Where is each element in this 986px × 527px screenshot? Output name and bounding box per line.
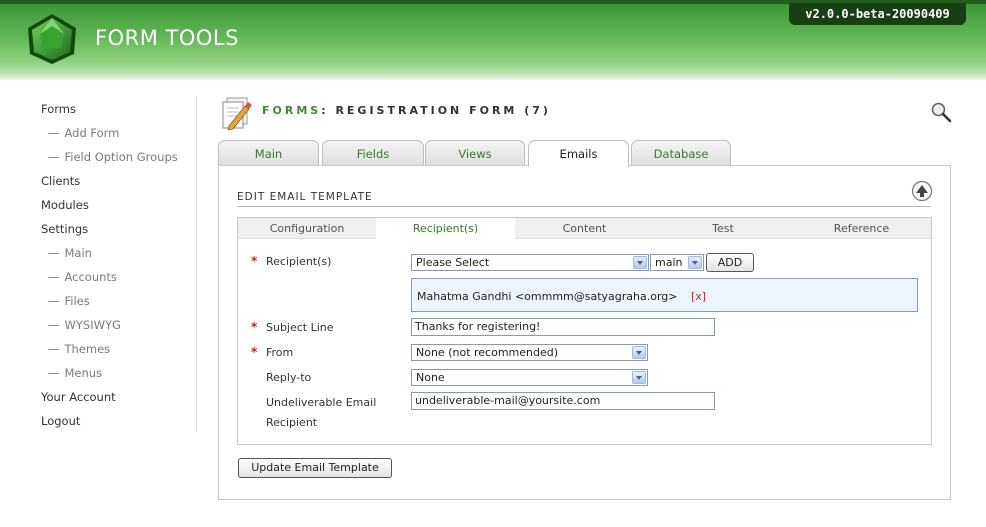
nav-dash: — (48, 270, 60, 284)
form-tools-logo-icon[interactable] (24, 12, 80, 66)
subject-label: Subject Line (266, 321, 334, 334)
required-marker: * (251, 345, 258, 359)
subtab-test[interactable]: Test (654, 218, 792, 239)
nav-forms[interactable]: Forms (41, 97, 201, 121)
add-recipient-button[interactable]: ADD (706, 253, 754, 272)
nav-field-option-groups[interactable]: — Field Option Groups (41, 145, 201, 169)
recipients-label: Recipient(s) (266, 255, 332, 268)
replyto-label: Reply-to (266, 371, 312, 384)
tab-database[interactable]: Database (631, 140, 731, 166)
undeliverable-email-input[interactable]: undeliverable-mail@yoursite.com (411, 392, 715, 410)
chevron-down-icon (688, 256, 702, 269)
subtab-recipients[interactable]: Recipient(s) (376, 218, 515, 240)
nav-field-option-groups-label: Field Option Groups (64, 150, 178, 164)
search-icon[interactable] (930, 101, 952, 123)
nav-add-form[interactable]: — Add Form (41, 121, 201, 145)
nav-dash: — (48, 366, 60, 380)
collapse-up-icon[interactable] (911, 180, 933, 202)
from-select[interactable]: None (not recommended) (411, 344, 648, 361)
nav-add-form-label: Add Form (64, 126, 120, 140)
header-bar: FORM TOOLS v2.0.0-beta-20090409 (0, 0, 986, 80)
from-label: From (266, 346, 294, 359)
required-marker: * (251, 254, 258, 268)
nav-settings-main[interactable]: — Main (41, 241, 201, 265)
page-title: FORMS: REGISTRATION FORM (7) (262, 104, 551, 117)
nav-settings-main-label: Main (64, 246, 92, 260)
recipient-select[interactable]: Please Select (411, 254, 649, 271)
nav-settings-accounts-label: Accounts (64, 270, 117, 284)
replyto-select[interactable]: None (411, 369, 648, 386)
nav-clients[interactable]: Clients (41, 169, 201, 193)
nav-dash: — (48, 126, 60, 140)
nav-settings-themes[interactable]: — Themes (41, 337, 201, 361)
nav-settings[interactable]: Settings (41, 217, 201, 241)
update-email-template-button[interactable]: Update Email Template (238, 458, 392, 478)
nav-your-account[interactable]: Your Account (41, 385, 201, 409)
nav-settings-files-label: Files (64, 294, 90, 308)
subject-input[interactable]: Thanks for registering! (411, 318, 715, 336)
tab-main[interactable]: Main (218, 140, 319, 166)
tab-views[interactable]: Views (425, 140, 525, 166)
recipient-type-select[interactable]: main (650, 254, 704, 271)
tab-fields[interactable]: Fields (322, 140, 424, 166)
nav-dash: — (48, 294, 60, 308)
recipient-type-value: main (655, 256, 683, 269)
nav-dash: — (48, 246, 60, 260)
chevron-down-icon (633, 256, 647, 269)
nav-settings-menus[interactable]: — Menus (41, 361, 201, 385)
recipient-entry: Mahatma Gandhi <ommmm@satyagraha.org> (417, 290, 678, 303)
nav-dash: — (48, 150, 60, 164)
nav-divider (196, 97, 197, 432)
undeliverable-label-line1: Undeliverable Email (266, 396, 377, 409)
nav-modules[interactable]: Modules (41, 193, 201, 217)
nav-logout[interactable]: Logout (41, 409, 201, 433)
subtab-content[interactable]: Content (515, 218, 654, 239)
nav-settings-accounts[interactable]: — Accounts (41, 265, 201, 289)
remove-recipient-link[interactable]: [x] (691, 290, 706, 303)
section-title: EDIT EMAIL TEMPLATE (237, 191, 373, 203)
undeliverable-label-line2: Recipient (266, 416, 318, 429)
nav-settings-files[interactable]: — Files (41, 289, 201, 313)
brand-name: FORM TOOLS (95, 26, 239, 50)
nav-settings-wysiwyg[interactable]: — WYSIWYG (41, 313, 201, 337)
tab-emails[interactable]: Emails (528, 140, 629, 167)
version-badge: v2.0.0-beta-20090409 (789, 3, 966, 25)
page-title-forms[interactable]: FORMS (262, 104, 321, 117)
nav-dash: — (48, 342, 60, 356)
replyto-select-value: None (416, 371, 445, 384)
nav-dash: — (48, 318, 60, 332)
sidebar-nav: Forms — Add Form — Field Option Groups Cli… (41, 97, 201, 433)
nav-settings-menus-label: Menus (64, 366, 103, 380)
chevron-down-icon (632, 346, 646, 359)
subtab-reference[interactable]: Reference (792, 218, 931, 239)
from-select-value: None (not recommended) (416, 346, 559, 359)
nav-settings-themes-label: Themes (64, 342, 111, 356)
nav-settings-wysiwyg-label: WYSIWYG (64, 318, 121, 332)
section-divider (237, 206, 931, 207)
page-title-rest: : REGISTRATION FORM (7) (321, 104, 551, 117)
forms-page-icon (222, 97, 252, 130)
recipient-select-value: Please Select (416, 256, 490, 269)
subtab-configuration[interactable]: Configuration (238, 218, 376, 239)
chevron-down-icon (632, 371, 646, 384)
required-marker: * (251, 320, 258, 334)
subtab-bar: Configuration Recipient(s) Content Test … (238, 218, 931, 240)
